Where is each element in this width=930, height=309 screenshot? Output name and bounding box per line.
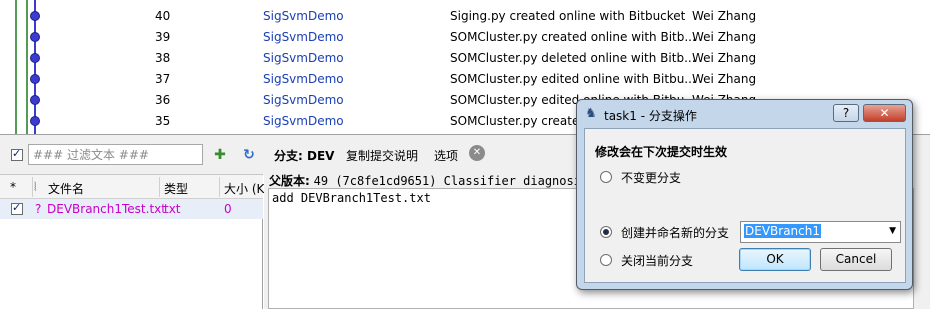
radio-close-branch[interactable] [600, 254, 612, 266]
file-size: 0 [224, 202, 232, 216]
file-checkbox[interactable] [11, 201, 23, 215]
ok-button[interactable]: OK [739, 248, 811, 271]
branch-name-value[interactable]: DEVBranch1 [744, 224, 821, 238]
add-files-icon[interactable]: ✚ [211, 146, 229, 164]
file-status: ? [35, 202, 42, 216]
log-message: SOMCluster.py edited online with Bitbu..… [450, 72, 696, 86]
log-message: SOMCluster.py created online with Bitb..… [450, 30, 696, 44]
file-list-header: * ⦚ 文件名 类型 大小 (K [0, 175, 264, 199]
file-list: * ⦚ 文件名 类型 大小 (K ? DEVBranch1Test.txt tx… [0, 174, 264, 309]
log-author: Wei Zhang [692, 51, 757, 65]
log-message: Siging.py created online with Bitbucket [450, 9, 686, 23]
radio-no-change[interactable] [600, 171, 612, 183]
tortoisehg-icon: ♞ [585, 106, 597, 121]
clear-icon[interactable]: ✕ [469, 145, 485, 161]
log-row[interactable]: 38 SigSvmDemo SOMCluster.py deleted online… [0, 48, 930, 69]
log-rev: 35 [155, 114, 171, 128]
radio-create-branch-label[interactable]: 创建并命名新的分支 [621, 224, 729, 241]
log-rev: 37 [155, 72, 171, 86]
log-row[interactable]: 40 SigSvmDemo Siging.py created online wit… [0, 6, 930, 27]
log-rev: 38 [155, 51, 171, 65]
close-button[interactable]: ✕ [863, 104, 906, 122]
filter-input[interactable] [28, 144, 203, 165]
log-row[interactable]: 39 SigSvmDemo SOMCluster.py created online… [0, 27, 930, 48]
options-menu[interactable]: 选项 [434, 147, 458, 164]
log-branch: SigSvmDemo [263, 30, 344, 44]
log-branch: SigSvmDemo [263, 51, 344, 65]
filter-checkbox[interactable] [11, 147, 23, 161]
dialog-title: task1 - 分支操作 [604, 109, 697, 123]
log-rev: 36 [155, 93, 171, 107]
log-branch: SigSvmDemo [263, 9, 344, 23]
log-row[interactable]: 37 SigSvmDemo SOMCluster.py edited online … [0, 69, 930, 90]
column-filename[interactable]: 文件名 [48, 180, 84, 197]
log-branch: SigSvmDemo [263, 114, 344, 128]
chevron-down-icon[interactable]: ▼ [889, 226, 896, 236]
parent-revision: 父版本: 49 (7c8fe1cd9651) Classifier diagno… [269, 174, 625, 188]
file-row[interactable]: ? DEVBranch1Test.txt txt 0 [0, 199, 263, 219]
radio-create-branch[interactable] [600, 226, 612, 238]
branch-button[interactable]: 分支: DEV [274, 147, 334, 164]
help-button[interactable]: ? [833, 104, 859, 122]
column-type[interactable]: 类型 [164, 180, 188, 197]
column-toggle-icon[interactable]: ⦚ [34, 180, 37, 195]
branch-name-combobox[interactable]: DEVBranch1 ▼ [740, 221, 901, 243]
log-rev: 40 [155, 9, 171, 23]
log-branch: SigSvmDemo [263, 93, 344, 107]
file-type: txt [164, 202, 181, 216]
column-status[interactable]: * [10, 180, 16, 194]
branch-operation-dialog: ♞ task1 - 分支操作 ? ✕ 修改会在下次提交时生效 不变更分支 创建并… [576, 99, 913, 290]
log-author: Wei Zhang [692, 30, 757, 44]
radio-no-change-label[interactable]: 不变更分支 [621, 169, 681, 186]
dialog-heading: 修改会在下次提交时生效 [595, 145, 728, 159]
radio-close-branch-label[interactable]: 关闭当前分支 [621, 252, 693, 269]
log-branch: SigSvmDemo [263, 72, 344, 86]
cancel-button[interactable]: Cancel [820, 248, 892, 271]
column-size[interactable]: 大小 (K [224, 180, 264, 197]
log-author: Wei Zhang [692, 72, 757, 86]
log-author: Wei Zhang [692, 9, 757, 23]
log-message: SOMCluster.py deleted online with Bitb..… [450, 51, 696, 65]
log-rev: 39 [155, 30, 171, 44]
copy-message-menu[interactable]: 复制提交说明 [346, 147, 418, 164]
file-name: DEVBranch1Test.txt [47, 202, 166, 216]
refresh-icon[interactable]: ↻ [240, 146, 258, 164]
